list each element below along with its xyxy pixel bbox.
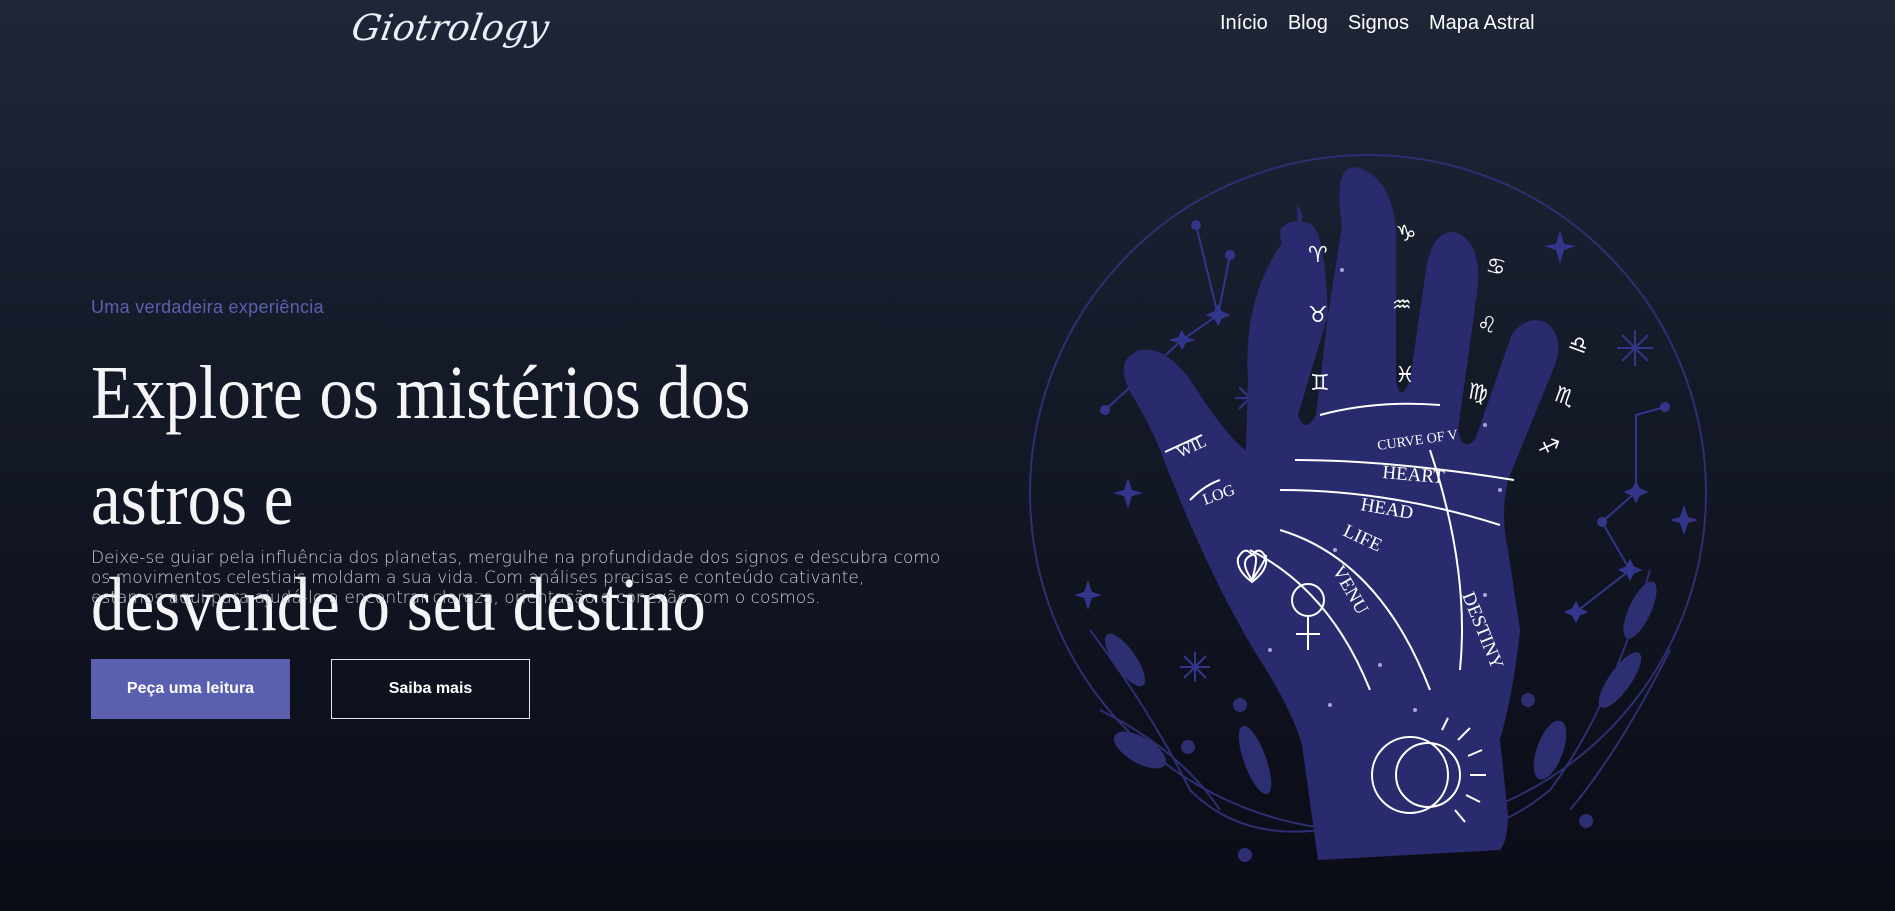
nav-signos[interactable]: Signos	[1348, 12, 1409, 35]
hero-eyebrow: Uma verdadeira experiência	[91, 297, 324, 317]
nav-blog[interactable]: Blog	[1288, 12, 1328, 35]
sagittarius-icon: ♐	[1535, 432, 1562, 462]
nav-inicio[interactable]: Início	[1220, 12, 1268, 35]
learn-more-button[interactable]: Saiba mais	[331, 659, 530, 719]
nav-mapa-astral[interactable]: Mapa Astral	[1429, 12, 1535, 35]
cancer-icon: ♋	[1484, 253, 1508, 281]
capricorn-icon: ♑	[1395, 220, 1419, 248]
virgo-icon: ♍	[1466, 379, 1490, 407]
gemini-icon: ♊	[1310, 371, 1330, 396]
hero-title: Explore os mistérios dos astros e desven…	[91, 340, 883, 658]
taurus-icon: ♉	[1308, 303, 1328, 328]
libra-icon: ♎	[1565, 330, 1592, 360]
request-reading-button[interactable]: Peça uma leitura	[91, 659, 290, 719]
pisces-icon: ♓	[1395, 363, 1415, 388]
scorpio-icon: ♏	[1551, 382, 1578, 412]
logo[interactable]: Giotrology	[348, 8, 552, 49]
palmistry-illustration: WIL LOG CURVE OF V HEART HEAD LIFE VENU …	[1029, 150, 1720, 870]
hero-description: Deixe-se guiar pela influência dos plane…	[91, 548, 941, 608]
main-nav: Início Blog Signos Mapa Astral	[1220, 12, 1535, 35]
palm-hand-svg: WIL LOG CURVE OF V HEART HEAD LIFE VENU …	[1029, 154, 1707, 862]
aquarius-icon: ♒	[1392, 293, 1412, 318]
leo-icon: ♌	[1475, 311, 1499, 339]
aries-icon: ♈	[1308, 243, 1328, 268]
hero-title-line-1: Explore os mistérios dos astros e	[91, 351, 751, 541]
